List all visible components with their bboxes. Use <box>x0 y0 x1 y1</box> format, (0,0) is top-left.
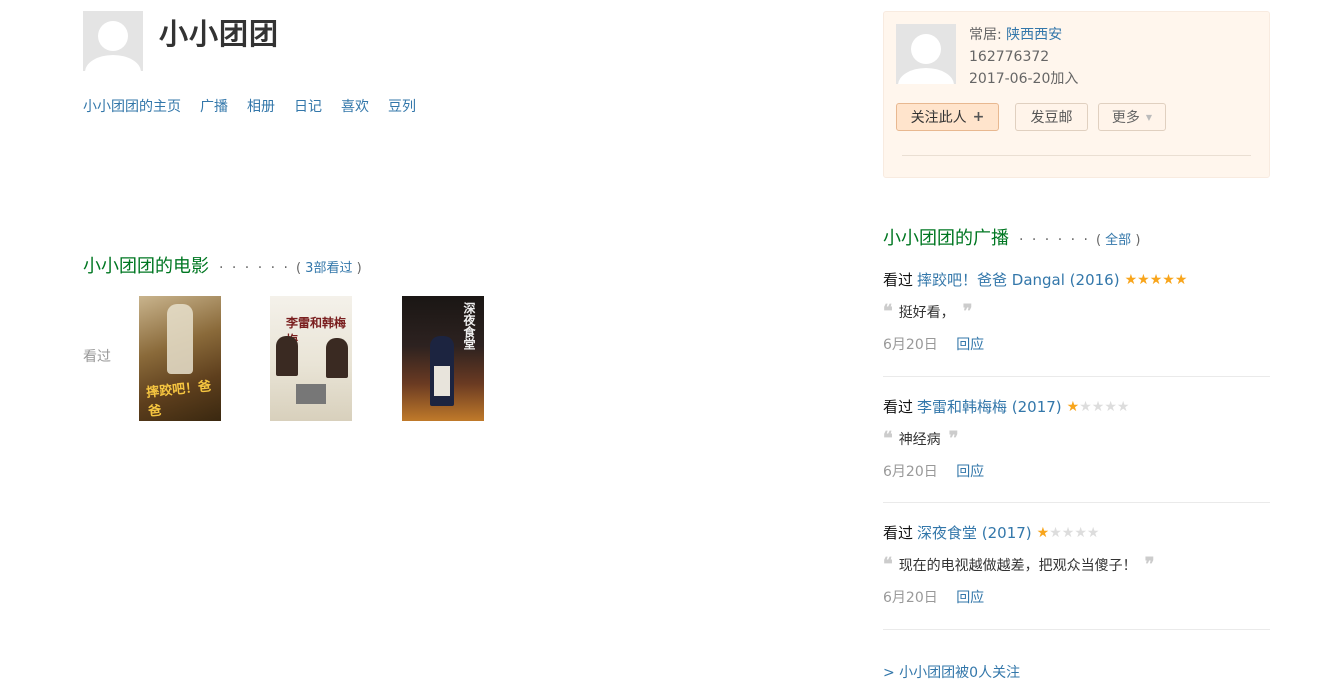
nav-home[interactable]: 小小团团的主页 <box>83 96 181 116</box>
star-filled-icon: ★ <box>1149 271 1163 288</box>
action-label: 看过 <box>883 398 914 416</box>
close-quote-icon: ❞ <box>948 428 959 449</box>
rating-stars: ★ ★ ★ ★ ★ <box>1125 273 1188 287</box>
location-link[interactable]: 陕西西安 <box>1006 27 1062 43</box>
open-quote-icon: ❝ <box>883 428 893 449</box>
feed-divider <box>883 376 1270 377</box>
poster-title: 摔跤吧！爸爸 <box>145 379 212 420</box>
item-date: 6月20日 <box>883 464 938 480</box>
poster-figure <box>276 336 298 376</box>
rating-stars: ★ ★ ★ ★ ★ <box>1067 400 1130 414</box>
send-doumail-button[interactable]: 发豆邮 <box>1015 103 1088 131</box>
nav-broadcast[interactable]: 广播 <box>200 96 228 116</box>
user-id: 162776372 <box>969 49 1050 65</box>
reply-link[interactable]: 回应 <box>956 590 984 606</box>
movie-poster-lilei-hanmeimei[interactable]: 李雷和韩梅梅 <box>270 296 352 421</box>
profile-nav: 小小团团的主页 广播 相册 日记 喜欢 豆列 <box>83 96 435 116</box>
avatar-head <box>911 34 941 64</box>
poster-figure <box>167 304 193 374</box>
broadcast-section-heading: 小小团团的广播 · · · · · · ( 全部 ) <box>883 224 1140 250</box>
movie-link[interactable]: 李雷和韩梅梅 (2017) <box>917 396 1062 417</box>
nav-doulist[interactable]: 豆列 <box>388 96 416 116</box>
star-filled-icon: ★ <box>1162 271 1175 288</box>
broadcast-all-link[interactable]: 全部 <box>1105 233 1131 248</box>
movie-link[interactable]: 摔跤吧！爸爸 Dangal (2016) <box>917 269 1120 290</box>
follow-button[interactable]: 关注此人 + <box>896 103 999 131</box>
broadcast-section-title: 小小团团的广播 <box>883 228 1009 249</box>
close-quote-icon: ❞ <box>962 301 973 322</box>
movies-seen-count-link[interactable]: 3部看过 <box>305 261 352 276</box>
star-filled-icon: ★ <box>1124 271 1138 288</box>
nav-diary[interactable]: 日记 <box>294 96 322 116</box>
star-empty-icon: ★ <box>1079 398 1092 415</box>
item-date: 6月20日 <box>883 337 938 353</box>
star-filled-icon: ★ <box>1066 398 1080 415</box>
star-empty-icon: ★ <box>1091 398 1105 415</box>
comment-text: 挺好看， <box>898 305 955 321</box>
nav-album[interactable]: 相册 <box>247 96 275 116</box>
user-name-title: 小小团团 <box>159 17 280 51</box>
item-date: 6月20日 <box>883 590 938 606</box>
star-empty-icon: ★ <box>1061 524 1075 541</box>
close-quote-icon: ❞ <box>1144 554 1155 575</box>
movie-link[interactable]: 深夜食堂 (2017) <box>917 522 1032 543</box>
open-quote-icon: ❝ <box>883 301 893 322</box>
avatar-head <box>98 21 128 51</box>
star-empty-icon: ★ <box>1104 398 1117 415</box>
comment-text: 神经病 <box>898 432 941 448</box>
movies-section-title: 小小团团的电影 <box>83 256 209 277</box>
star-empty-icon: ★ <box>1116 398 1130 415</box>
broadcast-all: ( 全部 ) <box>1095 233 1141 248</box>
broadcast-item: 看过 李雷和韩梅梅 (2017) ★ ★ ★ ★ ★ ❝ 神经病 ❞ 6月20日 回应 <box>883 396 1270 481</box>
broadcast-item: 看过 深夜食堂 (2017) ★ ★ ★ ★ ★ ❝ 现在的电视越做越差，把观众当傻子！… <box>883 522 1270 607</box>
star-empty-icon: ★ <box>1074 524 1087 541</box>
more-button[interactable]: 更多 ▼ <box>1098 103 1166 131</box>
join-date: 2017-06-20加入 <box>969 71 1079 87</box>
movies-count: ( 3部看过 ) <box>295 261 362 276</box>
open-quote-icon: ❝ <box>883 554 893 575</box>
sidebar-avatar <box>896 24 956 84</box>
poster-figure <box>326 338 348 378</box>
seen-label: 看过 <box>83 349 111 365</box>
reply-link[interactable]: 回应 <box>956 464 984 480</box>
card-divider <box>902 155 1251 156</box>
rating-stars: ★ ★ ★ ★ ★ <box>1037 526 1100 540</box>
nav-likes[interactable]: 喜欢 <box>341 96 369 116</box>
poster-object <box>296 384 326 404</box>
action-label: 看过 <box>883 271 914 289</box>
star-filled-icon: ★ <box>1137 271 1150 288</box>
broadcast-item: 看过 摔跤吧！爸爸 Dangal (2016) ★ ★ ★ ★ ★ ❝ 挺好看， ❞ 6… <box>883 269 1270 354</box>
feed-divider <box>883 502 1270 503</box>
plus-icon: + <box>972 109 985 125</box>
caret-down-icon: ▼ <box>1145 112 1153 122</box>
poster-title: 深夜食堂 <box>462 302 476 350</box>
profile-info: 常居: 陕西西安 162776372 2017-06-20加入 <box>969 24 1078 90</box>
movie-poster-midnight-diner[interactable]: 深夜食堂 <box>402 296 484 421</box>
movie-poster-dangal[interactable]: 摔跤吧！爸爸 <box>139 296 221 421</box>
poster-apron <box>434 366 450 396</box>
avatar-shoulders <box>898 68 954 84</box>
avatar-shoulders <box>85 55 141 71</box>
movies-section-heading: 小小团团的电影 · · · · · · ( 3部看过 ) <box>83 252 362 278</box>
action-label: 看过 <box>883 524 914 542</box>
user-avatar <box>83 11 143 71</box>
reply-link[interactable]: 回应 <box>956 337 984 353</box>
star-empty-icon: ★ <box>1049 524 1062 541</box>
title-dots: · · · · · · <box>219 260 290 276</box>
star-empty-icon: ★ <box>1086 524 1100 541</box>
title-dots: · · · · · · <box>1019 232 1090 248</box>
followers-link[interactable]: > 小小团团被0人关注 <box>883 662 1020 682</box>
star-filled-icon: ★ <box>1174 271 1188 288</box>
comment-text: 现在的电视越做越差，把观众当傻子！ <box>898 558 1137 574</box>
profile-card: 常居: 陕西西安 162776372 2017-06-20加入 关注此人 + 发豆… <box>883 11 1270 178</box>
feed-divider <box>883 629 1270 630</box>
location-line: 常居: 陕西西安 <box>969 27 1063 43</box>
star-filled-icon: ★ <box>1036 524 1050 541</box>
